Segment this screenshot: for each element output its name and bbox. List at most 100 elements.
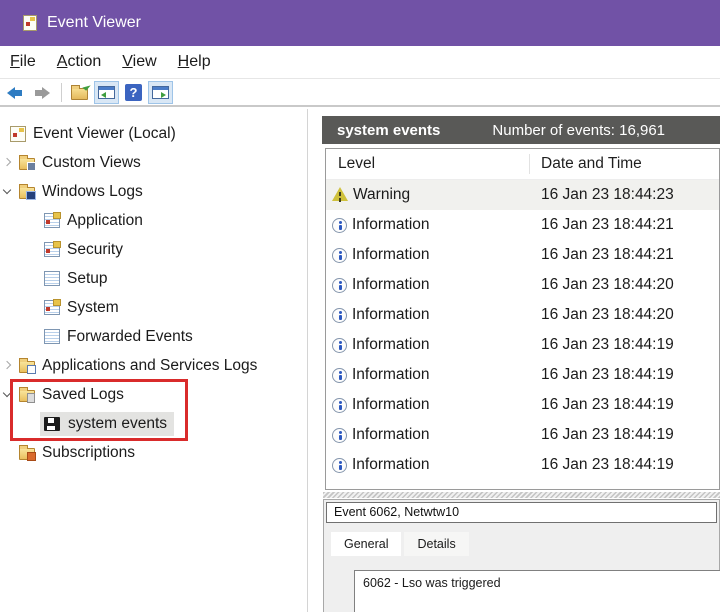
expand-chevron-icon[interactable]	[0, 184, 16, 200]
column-header-date[interactable]: Date and Time	[541, 155, 642, 173]
datetime-label: 16 Jan 23 18:44:23	[541, 186, 674, 203]
event-row[interactable]: Information 16 Jan 23 18:44:19	[326, 420, 719, 450]
tree-item-system[interactable]: System	[0, 293, 307, 322]
level-label: Information	[352, 216, 430, 233]
event-row[interactable]: Information 16 Jan 23 18:44:20	[326, 300, 719, 330]
expand-chevron-icon[interactable]	[0, 445, 16, 461]
level-icon	[332, 457, 347, 473]
event-message: 6062 - Lso was triggered	[363, 576, 501, 590]
event-row[interactable]: Information 16 Jan 23 18:44:21	[326, 240, 719, 270]
level-label: Information	[352, 276, 430, 293]
tree-item-label: Windows Logs	[42, 182, 143, 200]
datetime-label: 16 Jan 23 18:44:19	[541, 426, 674, 443]
table-header-row: Level Date and Time	[326, 149, 719, 180]
event-row[interactable]: Information 16 Jan 23 18:44:19	[326, 390, 719, 420]
tree-item-application[interactable]: Application	[0, 206, 307, 235]
tree-item-icon	[10, 125, 26, 142]
event-row[interactable]: Information 16 Jan 23 18:44:19	[326, 330, 719, 360]
event-row[interactable]: Warning 16 Jan 23 18:44:23	[326, 180, 719, 210]
event-row[interactable]: Information 16 Jan 23 18:44:19	[326, 360, 719, 390]
tree-item-event-viewer-local[interactable]: Event Viewer (Local)	[0, 119, 307, 148]
level-label: Information	[352, 246, 430, 263]
datetime-label: 16 Jan 23 18:44:21	[541, 216, 674, 233]
level-icon	[332, 307, 347, 323]
tree-item-subscriptions[interactable]: Subscriptions	[0, 438, 307, 467]
level-label: Warning	[353, 186, 411, 203]
tree-item-windows-logs[interactable]: Windows Logs	[0, 177, 307, 206]
tree-item-icon	[19, 155, 36, 171]
tree-item-icon	[44, 299, 61, 315]
tree-item-label: Custom Views	[42, 153, 141, 171]
menu-help[interactable]: Help	[176, 49, 213, 75]
tree-item-icon	[44, 241, 61, 257]
events-list-header: system events Number of events: 16,961	[322, 116, 720, 144]
toolbar-icon	[125, 84, 142, 101]
column-header-level[interactable]: Level	[326, 155, 375, 173]
tree-item-label: Saved Logs	[42, 385, 124, 403]
event-row[interactable]: Information 16 Jan 23 18:44:21	[326, 210, 719, 240]
event-row[interactable]: Information 16 Jan 23 18:44:20	[326, 270, 719, 300]
expand-chevron-icon[interactable]	[24, 300, 40, 316]
tree-item-saved-logs[interactable]: Saved Logs	[0, 380, 307, 409]
expand-chevron-icon[interactable]	[0, 387, 16, 403]
expand-chevron-icon[interactable]	[24, 271, 40, 287]
expand-chevron-icon[interactable]	[24, 242, 40, 258]
toolbar-icon	[34, 86, 50, 99]
event-row[interactable]: Information 16 Jan 23 18:44:19	[326, 450, 719, 480]
tree-item-system-events[interactable]: system events	[0, 409, 307, 438]
tree-item-icon	[44, 271, 60, 286]
level-label: Information	[352, 336, 430, 353]
toolbar	[0, 80, 720, 107]
expand-chevron-icon[interactable]	[24, 329, 40, 345]
events-panel: system events Number of events: 16,961 L…	[322, 109, 720, 612]
level-label: Information	[352, 396, 430, 413]
tree-item-icon	[44, 212, 61, 228]
show-console-tree-button[interactable]	[94, 81, 119, 104]
show-action-pane-button[interactable]	[148, 81, 173, 104]
open-saved-log-button[interactable]	[67, 81, 92, 104]
datetime-label: 16 Jan 23 18:44:19	[541, 366, 674, 383]
level-icon	[332, 427, 347, 443]
events-table: Level Date and Time Warning 16 Jan 23 18…	[325, 148, 720, 490]
tree-item-label: system events	[68, 414, 168, 432]
tree-item-forwarded-events[interactable]: Forwarded Events	[0, 322, 307, 351]
expand-chevron-icon[interactable]	[24, 213, 40, 229]
pane-splitter[interactable]	[323, 492, 720, 498]
event-viewer-icon	[23, 15, 37, 31]
datetime-label: 16 Jan 23 18:44:20	[541, 306, 674, 323]
level-icon	[332, 187, 348, 201]
datetime-label: 16 Jan 23 18:44:19	[541, 396, 674, 413]
event-message-box[interactable]: 6062 - Lso was triggered	[354, 570, 720, 612]
tab-general[interactable]: General	[331, 532, 402, 556]
level-icon	[332, 217, 347, 233]
tree-item-icon	[19, 358, 36, 374]
log-name-label: system events	[337, 121, 441, 139]
expand-chevron-icon[interactable]	[24, 416, 40, 432]
expand-chevron-icon[interactable]	[0, 155, 16, 171]
back-button[interactable]	[2, 81, 27, 104]
datetime-label: 16 Jan 23 18:44:19	[541, 456, 674, 473]
level-label: Information	[352, 426, 430, 443]
tree-item-label: Application	[67, 211, 143, 229]
tree-item-setup[interactable]: Setup	[0, 264, 307, 293]
expand-chevron-icon[interactable]	[0, 358, 16, 374]
menu-view[interactable]: View	[120, 49, 158, 75]
tab-details[interactable]: Details	[404, 532, 469, 556]
menu-action[interactable]: Action	[55, 49, 103, 75]
help-button[interactable]	[121, 81, 146, 104]
tree-item-label: Security	[67, 240, 123, 258]
toolbar-icon	[71, 85, 88, 100]
forward-button[interactable]	[29, 81, 54, 104]
console-tree: Event Viewer (Local) Custom Views Window…	[0, 109, 307, 467]
tree-item-custom-views[interactable]: Custom Views	[0, 148, 307, 177]
level-icon	[332, 397, 347, 413]
tree-item-app-services-logs[interactable]: Applications and Services Logs	[0, 351, 307, 380]
menu-file[interactable]: File	[8, 49, 38, 75]
toolbar-separator	[61, 83, 62, 102]
titlebar[interactable]: Event Viewer	[0, 0, 720, 46]
tree-item-label: System	[67, 298, 119, 316]
tree-item-security[interactable]: Security	[0, 235, 307, 264]
menubar: File Action View Help	[0, 46, 720, 79]
tree-item-label: Setup	[67, 269, 108, 287]
tree-item-label: Event Viewer (Local)	[33, 124, 176, 142]
